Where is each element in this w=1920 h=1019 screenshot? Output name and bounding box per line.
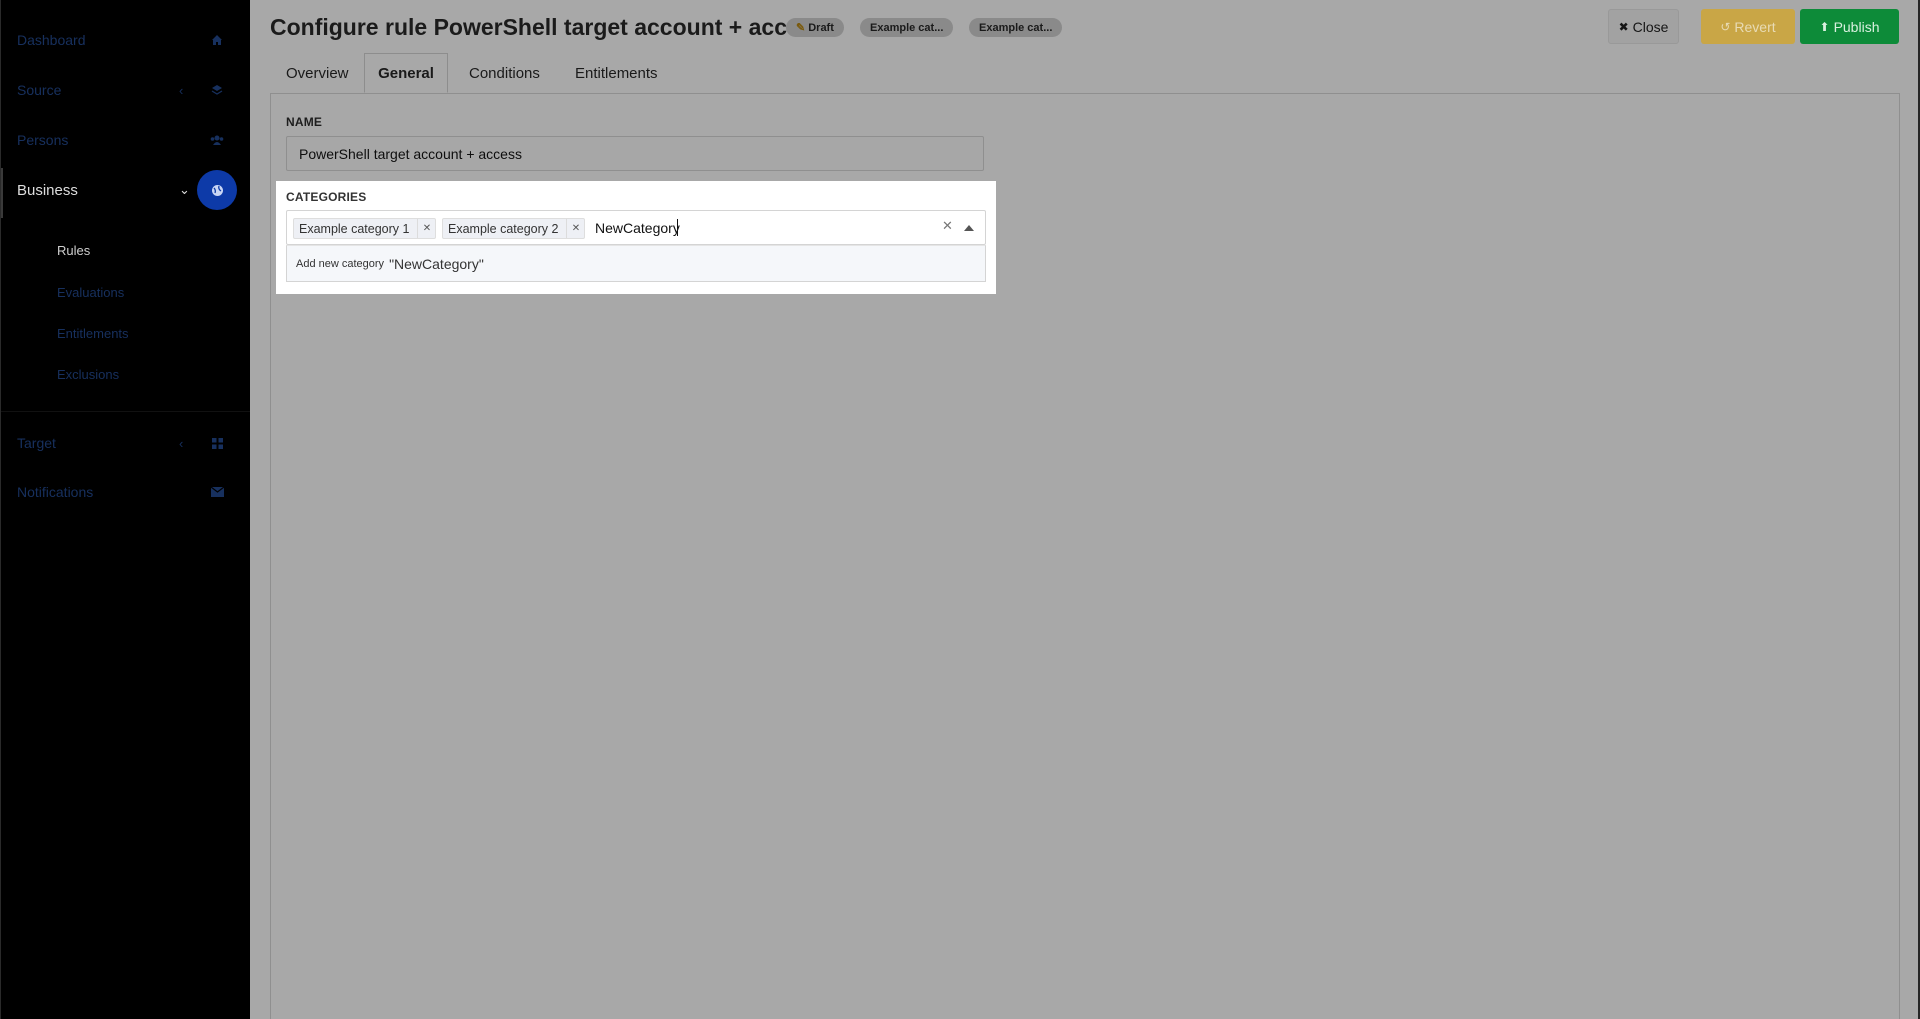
revert-button[interactable]: ↺ Revert xyxy=(1701,9,1795,44)
categories-search-input[interactable]: NewCategory xyxy=(595,220,680,236)
home-icon xyxy=(207,30,227,50)
clear-icon[interactable]: ✕ xyxy=(942,218,953,234)
tab-overview[interactable]: Overview xyxy=(270,53,365,93)
sidebar-divider xyxy=(1,411,251,412)
chevron-left-icon: ‹ xyxy=(179,82,184,98)
category-chip: Example category 1 ✕ xyxy=(293,218,437,239)
option-prefix: Add new category xyxy=(296,257,385,270)
text-cursor xyxy=(677,219,678,236)
main-content: Configure rule PowerShell target account… xyxy=(250,0,1920,1019)
category-badge: Example cat... xyxy=(969,18,1063,37)
category-chip-label: Example category 1 xyxy=(299,221,410,236)
sidebar-subitem-exclusions[interactable]: Exclusions xyxy=(57,367,119,382)
tab-entitlements[interactable]: Entitlements xyxy=(559,53,674,93)
status-badge-label: Draft xyxy=(808,21,834,34)
categories-card: CATEGORIES Example category 1 ✕ Example … xyxy=(276,181,996,294)
upload-icon: ⬆ xyxy=(1819,19,1830,34)
category-badge: Example cat... xyxy=(860,18,954,37)
sidebar-item-persons[interactable]: Persons xyxy=(1,120,251,160)
sidebar-item-label: Persons xyxy=(17,132,69,148)
caret-up-icon[interactable] xyxy=(964,225,974,231)
tab-general[interactable]: General xyxy=(364,53,448,93)
close-button-label: Close xyxy=(1632,18,1669,35)
option-value: "NewCategory" xyxy=(389,255,484,272)
name-field-label: NAME xyxy=(286,115,323,129)
layers-icon xyxy=(207,80,227,100)
undo-icon: ↺ xyxy=(1720,19,1731,34)
name-field[interactable]: PowerShell target account + access xyxy=(286,136,984,171)
sidebar-item-label: Business xyxy=(17,181,78,199)
sidebar-item-label: Target xyxy=(17,435,56,451)
sidebar-subitem-evaluations[interactable]: Evaluations xyxy=(57,285,124,300)
chevron-down-icon: ⌄ xyxy=(179,182,190,197)
categories-select[interactable]: Example category 1 ✕ Example category 2 … xyxy=(286,210,986,245)
sidebar-item-label: Source xyxy=(17,82,62,98)
publish-button[interactable]: ⬆ Publish xyxy=(1800,9,1899,44)
sidebar-subitem-rules[interactable]: Rules xyxy=(57,243,90,258)
pencil-icon: ✎ xyxy=(796,22,806,34)
category-chip-label: Example category 2 xyxy=(448,221,559,236)
sidebar-item-source[interactable]: Source ‹ xyxy=(1,70,251,110)
remove-chip-icon[interactable]: ✕ xyxy=(417,219,435,238)
title-prefix: Configure rule xyxy=(270,14,428,40)
dropdown-option-add-category[interactable]: Add new category "NewCategory" xyxy=(286,245,986,282)
remove-chip-icon[interactable]: ✕ xyxy=(566,219,584,238)
sidebar-item-label: Notifications xyxy=(17,484,94,500)
category-chip: Example category 2 ✕ xyxy=(442,218,586,239)
globe-icon[interactable] xyxy=(197,170,237,210)
page-title: Configure rule PowerShell target account… xyxy=(270,14,825,41)
revert-button-label: Revert xyxy=(1734,18,1776,35)
sidebar-item-dashboard[interactable]: Dashboard xyxy=(1,20,251,60)
sidebar: Dashboard Source ‹ Persons Business ⌄ Ru… xyxy=(0,0,251,1019)
users-icon xyxy=(207,130,227,150)
categories-field-label: CATEGORIES xyxy=(286,190,367,204)
close-icon: ✖ xyxy=(1618,19,1629,34)
name-field-value: PowerShell target account + access xyxy=(299,145,522,162)
chevron-left-icon: ‹ xyxy=(179,435,184,451)
close-button[interactable]: ✖ Close xyxy=(1608,9,1679,44)
envelope-icon xyxy=(207,482,227,502)
sidebar-item-target[interactable]: Target ‹ xyxy=(1,423,251,463)
sidebar-subitem-entitlements[interactable]: Entitlements xyxy=(57,326,129,341)
title-rule-name: PowerShell target account + access xyxy=(433,14,826,40)
sidebar-item-label: Dashboard xyxy=(17,32,86,48)
status-badge: ✎ Draft xyxy=(786,18,844,37)
tab-conditions[interactable]: Conditions xyxy=(453,53,556,93)
publish-button-label: Publish xyxy=(1833,18,1880,35)
grid-icon xyxy=(207,433,227,453)
sidebar-item-notifications[interactable]: Notifications xyxy=(1,472,251,512)
